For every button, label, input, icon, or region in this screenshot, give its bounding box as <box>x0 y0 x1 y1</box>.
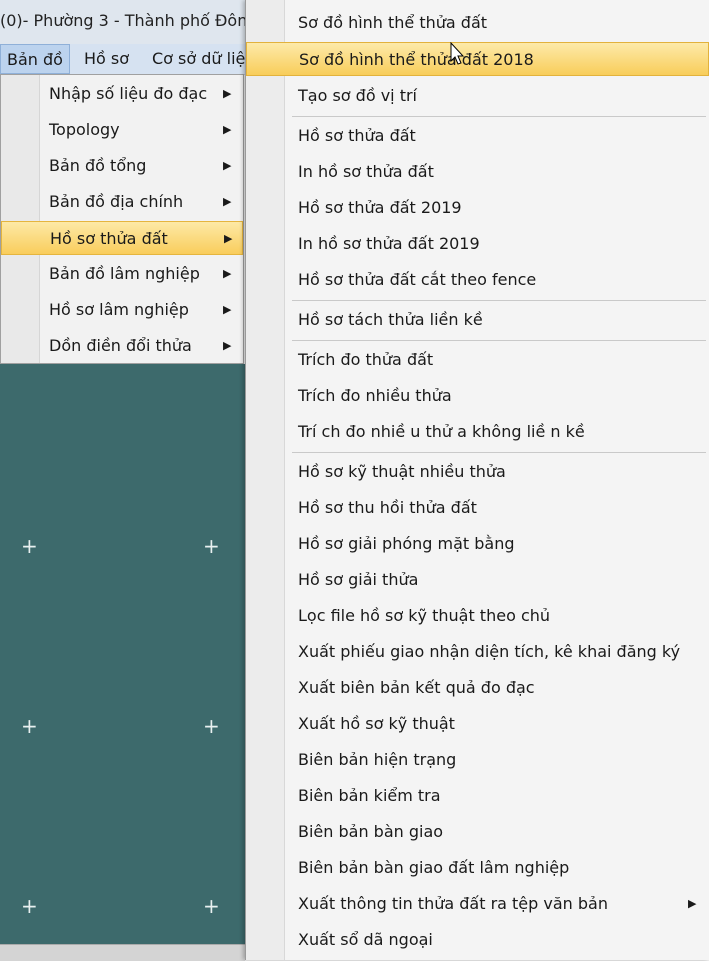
plus-icon: + <box>21 714 38 738</box>
menu-item-label: Xuất hồ sơ kỹ thuật <box>298 714 455 733</box>
menu-item[interactable]: Sơ đồ hình thể thửa đất <box>246 6 709 40</box>
menu-item-label: Biên bản bàn giao <box>298 822 444 841</box>
plus-icon: + <box>21 534 38 558</box>
menu-item-don-dien-doi-thua[interactable]: Dồn điền đổi thửa ▶ <box>1 329 243 363</box>
menu-item[interactable]: In hồ sơ thửa đất <box>246 155 709 189</box>
map-canvas[interactable]: + + + + + + <box>0 364 245 944</box>
menu-item[interactable]: Trí ch đo nhiề u thử a không liề n kề <box>246 415 709 449</box>
plus-icon: + <box>21 894 38 918</box>
menu-item-label: Topology <box>49 120 120 139</box>
menu-item-label: Bản đồ tổng <box>49 156 147 175</box>
triangle-right-icon: ▶ <box>223 303 232 316</box>
menu-item[interactable]: Hồ sơ thửa đất 2019 <box>246 191 709 225</box>
submenu-ho-so-thua-dat: Sơ đồ hình thể thửa đất Sơ đồ hình thể t… <box>245 0 709 960</box>
menu-item[interactable]: Hồ sơ giải thửa <box>246 563 709 597</box>
menu-item[interactable]: Xuất thông tin thửa đất ra tệp văn bản ▶ <box>246 887 709 921</box>
menu-item-label: Nhập số liệu đo đạc <box>49 84 208 103</box>
menu-item-label: Trích đo nhiều thửa <box>298 386 452 405</box>
menu-item-nhap-so-lieu[interactable]: Nhập số liệu đo đạc ▶ <box>1 77 243 111</box>
menu-item[interactable]: Hồ sơ thu hồi thửa đất <box>246 491 709 525</box>
menu-ban-do[interactable]: Bản đồ <box>0 44 70 74</box>
menu-item[interactable]: Trích đo thửa đất <box>246 343 709 377</box>
menu-item-ban-do-dia-chinh[interactable]: Bản đồ địa chính ▶ <box>1 185 243 219</box>
menu-item[interactable]: Xuất sổ dã ngoại <box>246 923 709 957</box>
menu-item[interactable]: Trích đo nhiều thửa <box>246 379 709 413</box>
menu-item[interactable]: Xuất phiếu giao nhận diện tích, kê khai … <box>246 635 709 669</box>
menu-item-label: Sơ đồ hình thể thửa đất <box>298 13 488 32</box>
menu-item[interactable]: Biên bản bàn giao <box>246 815 709 849</box>
menu-item-label: Hồ sơ thu hồi thửa đất <box>298 498 477 517</box>
menu-separator <box>292 116 706 117</box>
menu-item-label: Xuất phiếu giao nhận diện tích, kê khai … <box>298 642 681 661</box>
menu-item[interactable]: Hồ sơ kỹ thuật nhiều thửa <box>246 455 709 489</box>
menu-item[interactable]: Hồ sơ giải phóng mặt bằng <box>246 527 709 561</box>
menu-separator <box>292 452 706 453</box>
menu-item[interactable]: Lọc file hồ sơ kỹ thuật theo chủ <box>246 599 709 633</box>
menu-item-label: Hồ sơ giải thửa <box>298 570 419 589</box>
menu-item-ho-so-thua-dat[interactable]: Hồ sơ thửa đất ▶ <box>1 221 243 255</box>
triangle-right-icon: ▶ <box>223 123 232 136</box>
menu-item-label: Biên bản hiện trạng <box>298 750 457 769</box>
triangle-right-icon: ▶ <box>224 232 233 245</box>
menu-item-label: Hồ sơ thửa đất 2019 <box>298 198 462 217</box>
menu-ho-so[interactable]: Hồ sơ <box>78 44 135 74</box>
menu-item-ban-do-lam-nghiep[interactable]: Bản đồ lâm nghiệp ▶ <box>1 257 243 291</box>
menu-item[interactable]: Xuất biên bản kết quả đo đạc <box>246 671 709 705</box>
plus-icon: + <box>203 534 220 558</box>
menu-item-label: Hồ sơ thửa đất <box>298 126 416 145</box>
menu-item-ho-so-lam-nghiep[interactable]: Hồ sơ lâm nghiệp ▶ <box>1 293 243 327</box>
menu-item[interactable]: Biên bản bàn giao đất lâm nghiệp <box>246 851 709 885</box>
menu-item[interactable]: Sơ đồ hình thể thửa đất 2018 <box>246 42 709 76</box>
menu-separator <box>292 340 706 341</box>
submenu-ban-do: Nhập số liệu đo đạc ▶ Topology ▶ Bản đồ … <box>0 74 244 364</box>
menu-item[interactable]: Biên bản kiểm tra <box>246 779 709 813</box>
triangle-right-icon: ▶ <box>223 195 232 208</box>
plus-icon: + <box>203 714 220 738</box>
menu-item-label: Xuất sổ dã ngoại <box>298 930 433 949</box>
menu-item-label: Dồn điền đổi thửa <box>49 336 192 355</box>
menu-item[interactable]: Biên bản hiện trạng <box>246 743 709 777</box>
menu-item[interactable]: Xuất hồ sơ kỹ thuật <box>246 707 709 741</box>
menu-item-label: Tạo sơ đồ vị trí <box>298 86 417 105</box>
plus-icon: + <box>203 894 220 918</box>
menu-item-label: Trí ch đo nhiề u thử a không liề n kề <box>298 422 585 441</box>
menu-item-label: Bản đồ lâm nghiệp <box>49 264 200 283</box>
menu-item-label: Hồ sơ thửa đất <box>50 229 168 248</box>
triangle-right-icon: ▶ <box>223 87 232 100</box>
menu-item-label: Hồ sơ giải phóng mặt bằng <box>298 534 515 553</box>
menu-item-label: Trích đo thửa đất <box>298 350 434 369</box>
menu-item-label: Hồ sơ tách thửa liền kề <box>298 310 483 329</box>
menu-item[interactable]: Hồ sơ thửa đất <box>246 119 709 153</box>
menu-item-label: Biên bản bàn giao đất lâm nghiệp <box>298 858 570 877</box>
menu-co-so-du-lieu[interactable]: Cơ sở dữ liệ <box>146 44 251 74</box>
triangle-right-icon: ▶ <box>223 159 232 172</box>
menu-item[interactable]: Hồ sơ tách thửa liền kề <box>246 303 709 337</box>
menu-item[interactable]: In hồ sơ thửa đất 2019 <box>246 227 709 261</box>
menu-item-label: Xuất biên bản kết quả đo đạc <box>298 678 535 697</box>
menu-item-ban-do-tong[interactable]: Bản đồ tổng ▶ <box>1 149 243 183</box>
menu-item-label: Lọc file hồ sơ kỹ thuật theo chủ <box>298 606 551 625</box>
menu-item-label: Sơ đồ hình thể thửa đất 2018 <box>299 50 534 69</box>
menu-item-label: In hồ sơ thửa đất 2019 <box>298 234 480 253</box>
menu-item[interactable]: Hồ sơ thửa đất cắt theo fence <box>246 263 709 297</box>
menu-item-topology[interactable]: Topology ▶ <box>1 113 243 147</box>
triangle-right-icon: ▶ <box>223 267 232 280</box>
menu-item-label: Hồ sơ lâm nghiệp <box>49 300 189 319</box>
menu-item-label: Xuất thông tin thửa đất ra tệp văn bản <box>298 894 608 913</box>
window-title: (0)- Phường 3 - Thành phố Đôn <box>0 11 248 30</box>
menu-item-label: Bản đồ địa chính <box>49 192 184 211</box>
menu-item-label: Hồ sơ thửa đất cắt theo fence <box>298 270 537 289</box>
menu-separator <box>292 300 706 301</box>
status-bar <box>0 944 245 961</box>
menu-item-label: Biên bản kiểm tra <box>298 786 441 805</box>
triangle-right-icon: ▶ <box>223 339 232 352</box>
menu-item[interactable]: Tạo sơ đồ vị trí <box>246 79 709 113</box>
mouse-cursor-icon <box>450 42 464 65</box>
menu-item-label: In hồ sơ thửa đất <box>298 162 434 181</box>
triangle-right-icon: ▶ <box>688 897 697 910</box>
menu-item-label: Hồ sơ kỹ thuật nhiều thửa <box>298 462 506 481</box>
